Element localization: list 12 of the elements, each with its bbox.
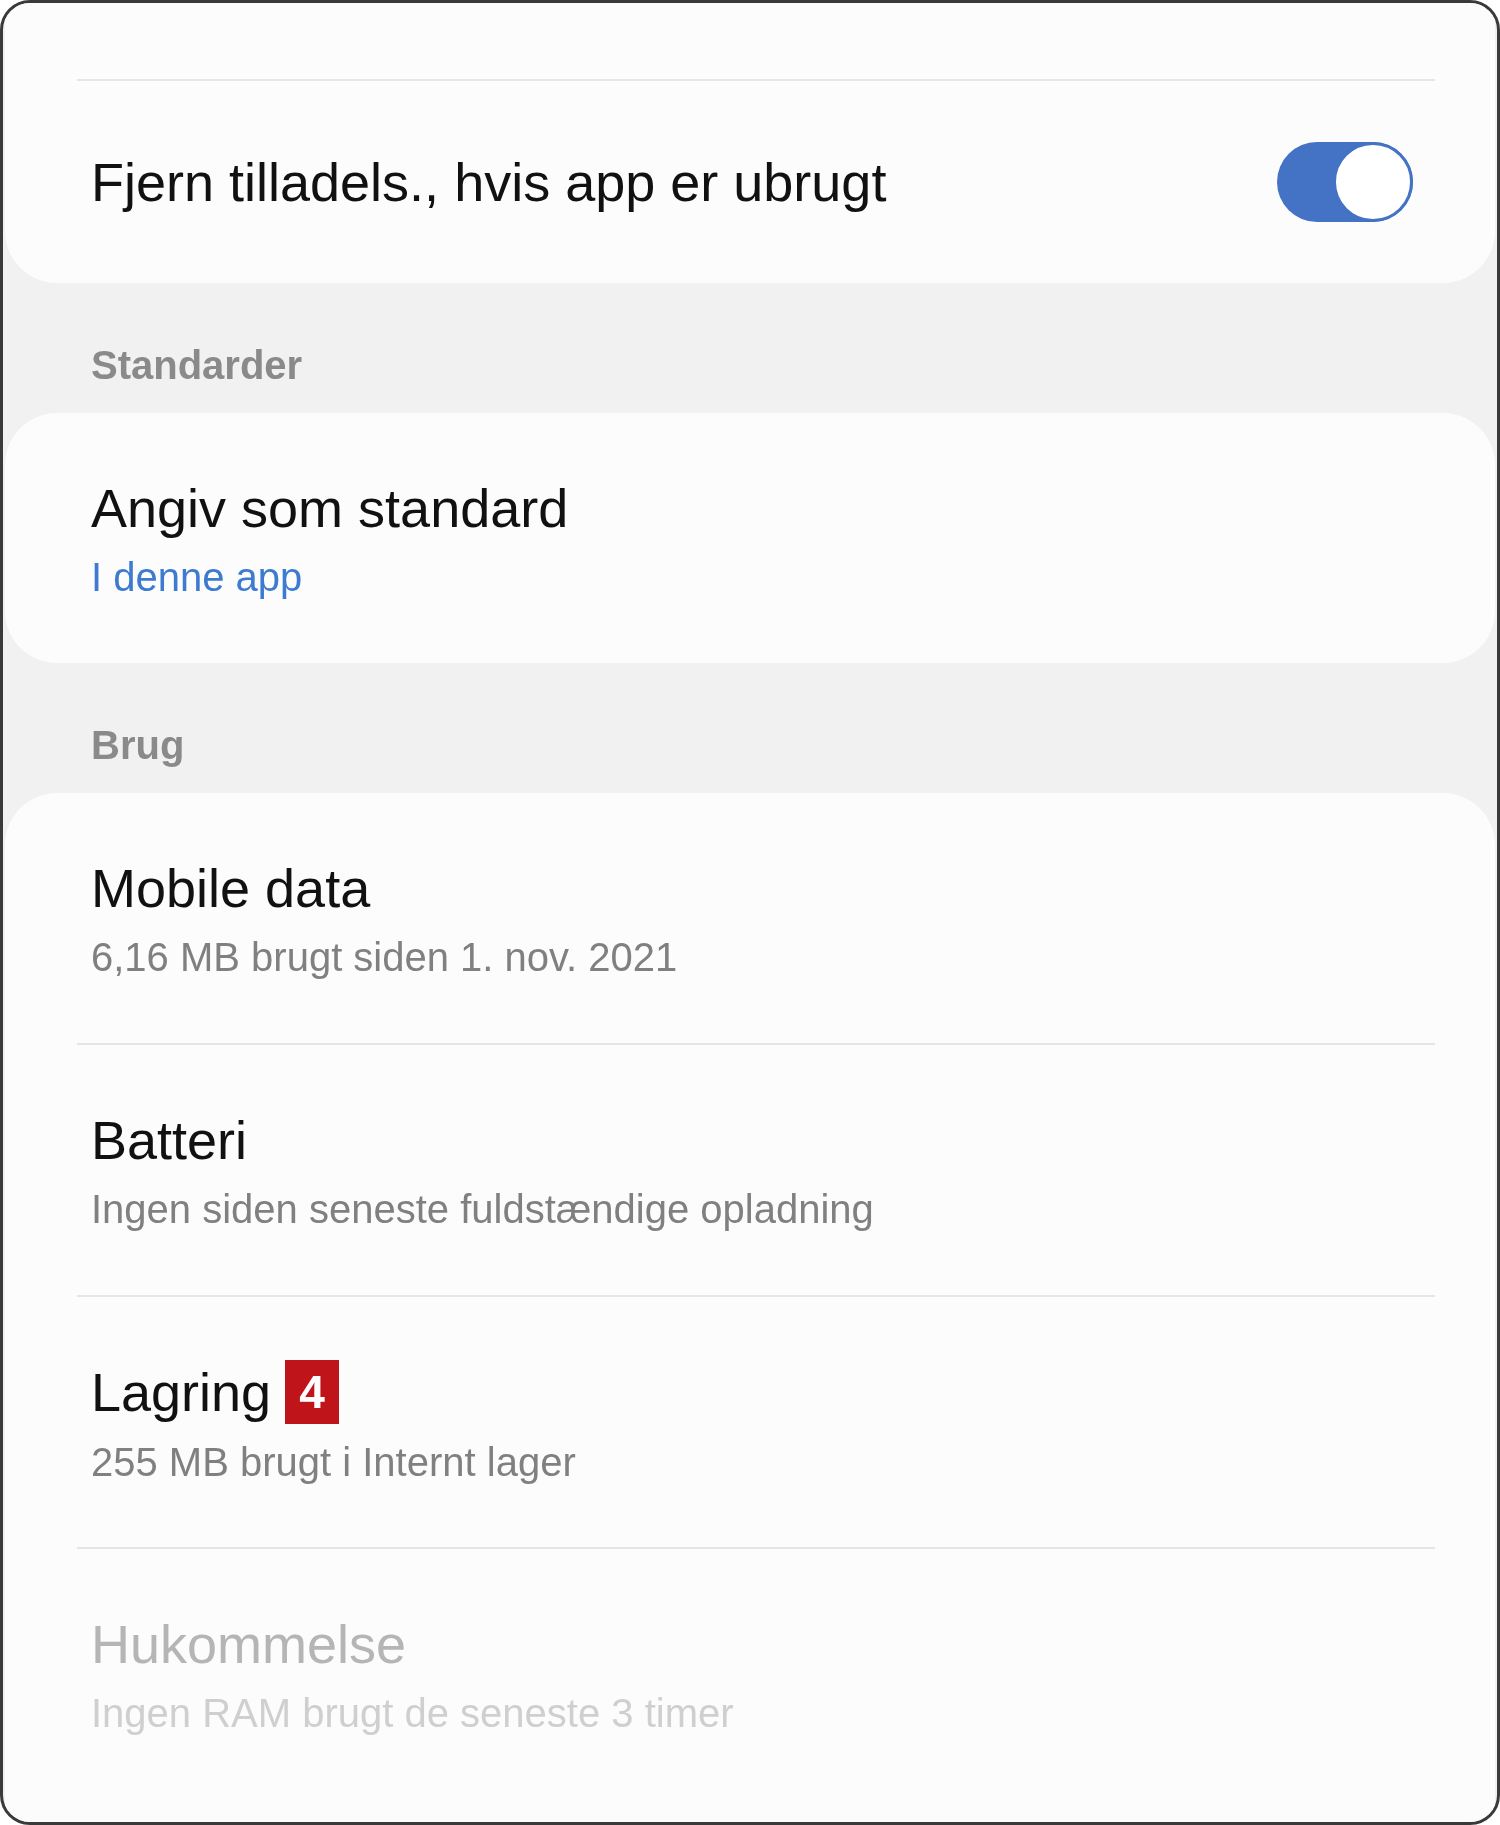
setting-summary: Ingen siden seneste fuldstændige opladning bbox=[91, 1186, 874, 1232]
setting-title[interactable]: Angiv som standard bbox=[91, 476, 569, 539]
section-header: Brug bbox=[90, 722, 186, 769]
setting-title[interactable]: Mobile data bbox=[91, 856, 371, 919]
count-badge: 4 bbox=[285, 1359, 339, 1424]
setting-summary: 255 MB brugt i Internt lager bbox=[91, 1439, 576, 1485]
setting-title[interactable]: Batteri bbox=[91, 1108, 248, 1171]
section-header: Standarder bbox=[90, 342, 304, 389]
setting-summary: I denne app bbox=[91, 554, 303, 600]
setting-title[interactable]: Fjern tilladels., hvis app er ubrugt bbox=[91, 151, 887, 213]
setting-summary: 6,16 MB brugt siden 1. nov. 2021 bbox=[91, 934, 678, 980]
setting-title[interactable]: Lagring bbox=[91, 1360, 272, 1423]
